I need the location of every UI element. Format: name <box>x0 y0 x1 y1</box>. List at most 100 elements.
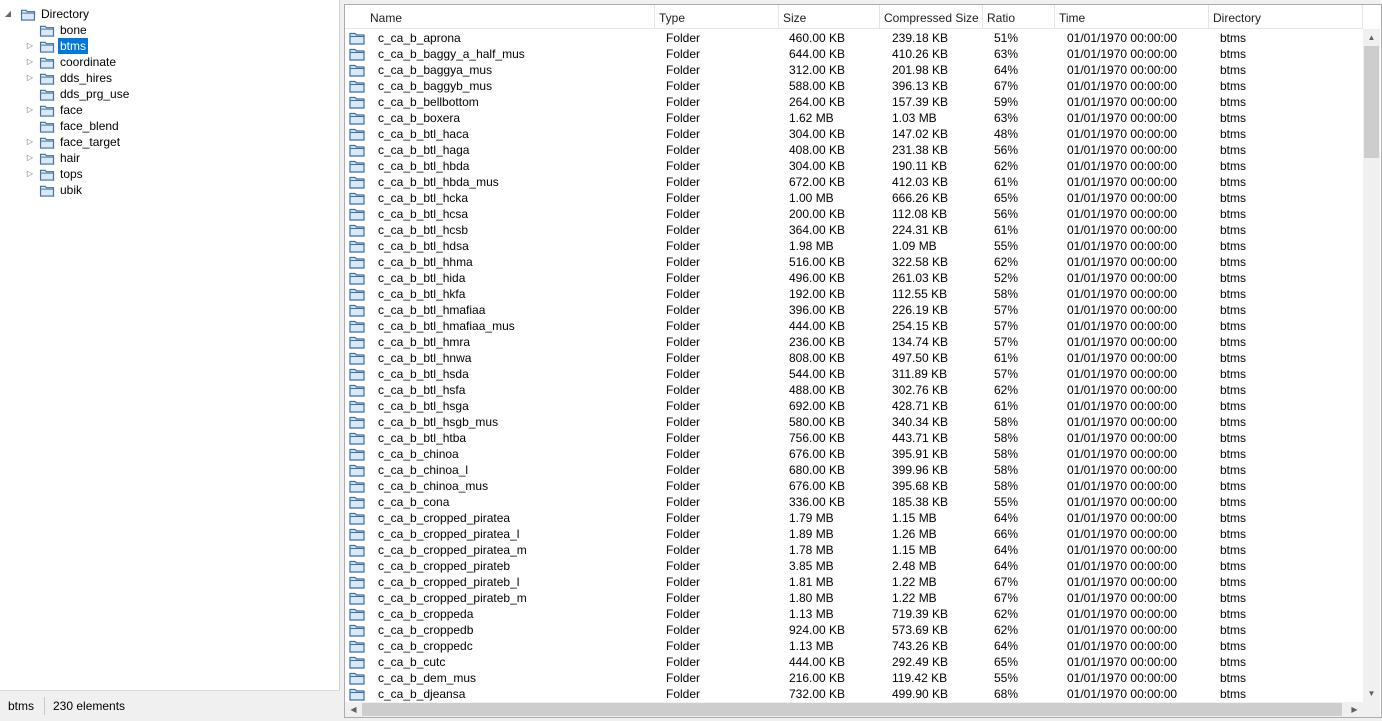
triangle-down-icon[interactable]: ◢ <box>3 6 13 22</box>
table-row[interactable]: c_ca_b_cutc Folder 444.00 KB 292.49 KB 65% 01… <box>345 654 1363 670</box>
chevron-up-icon[interactable]: ▲ <box>1363 29 1380 46</box>
table-row[interactable]: c_ca_b_chinoa_mus Folder 676.00 KB 395.68 K… <box>345 478 1363 494</box>
table-row[interactable]: c_ca_b_btl_haga Folder 408.00 KB 231.38 KB 5… <box>345 142 1363 158</box>
table-row[interactable]: c_ca_b_btl_hbda Folder 304.00 KB 190.11 KB 6… <box>345 158 1363 174</box>
tree-item[interactable]: ▷ coordinate <box>0 54 330 70</box>
folder-icon <box>349 95 365 109</box>
table-row[interactable]: c_ca_b_cropped_pirateb_m Folder 1.80 MB 1.2… <box>345 590 1363 606</box>
size-cell: 216.00 KB <box>789 671 846 685</box>
table-row[interactable]: c_ca_b_btl_hdsa Folder 1.98 MB 1.09 MB 55% 01… <box>345 238 1363 254</box>
column-header-name[interactable]: Name <box>345 5 655 29</box>
table-row[interactable]: c_ca_b_btl_hsfa Folder 488.00 KB 302.76 KB 6… <box>345 382 1363 398</box>
table-row[interactable]: c_ca_b_chinoa Folder 676.00 KB 395.91 KB 58%… <box>345 446 1363 462</box>
table-row[interactable]: c_ca_b_croppeda Folder 1.13 MB 719.39 KB 62%… <box>345 606 1363 622</box>
column-header-type[interactable]: Type <box>655 5 779 29</box>
table-row[interactable]: c_ca_b_cropped_pirateb_l Folder 1.81 MB 1.2… <box>345 574 1363 590</box>
tree-item-label: face_blend <box>60 119 119 133</box>
table-row[interactable]: c_ca_b_btl_hmafiaa Folder 396.00 KB 226.19 … <box>345 302 1363 318</box>
table-row[interactable]: c_ca_b_btl_hmafiaa_mus Folder 444.00 KB 254… <box>345 318 1363 334</box>
table-row[interactable]: c_ca_b_btl_hcka Folder 1.00 MB 666.26 KB 65%… <box>345 190 1363 206</box>
table-row[interactable]: c_ca_b_btl_hsgb_mus Folder 580.00 KB 340.34… <box>345 414 1363 430</box>
folder-icon <box>349 671 365 685</box>
table-row[interactable]: c_ca_b_cona Folder 336.00 KB 185.38 KB 55% 01… <box>345 494 1363 510</box>
tree-item[interactable]: dds_prg_use <box>0 86 330 102</box>
directory-tree[interactable]: ◢ Directory bone ▷ btms ▷ coordinate ▷ dds_hires… <box>0 0 340 690</box>
name-cell: c_ca_b_croppedb <box>378 623 474 637</box>
table-row[interactable]: c_ca_b_baggya_mus Folder 312.00 KB 201.98 K… <box>345 62 1363 78</box>
tree-item[interactable]: ▷ face_target <box>0 134 330 150</box>
column-header-time[interactable]: Time <box>1055 5 1209 29</box>
size-cell: 460.00 KB <box>789 31 846 45</box>
tree-root[interactable]: ◢ Directory <box>0 6 330 22</box>
vertical-scrollbar[interactable]: ▲ ▼ <box>1363 29 1380 702</box>
vertical-scroll-thumb[interactable] <box>1364 46 1379 158</box>
type-cell: Folder <box>666 687 701 701</box>
triangle-right-icon[interactable]: ▷ <box>25 38 35 54</box>
horizontal-scroll-thumb[interactable] <box>362 703 1342 716</box>
tree-item[interactable]: ▷ hair <box>0 150 330 166</box>
triangle-right-icon[interactable]: ▷ <box>25 70 35 86</box>
tree-item[interactable]: face_blend <box>0 118 330 134</box>
column-header-directory[interactable]: Directory <box>1209 5 1363 29</box>
table-row[interactable]: c_ca_b_btl_haca Folder 304.00 KB 147.02 KB 4… <box>345 126 1363 142</box>
column-header-ratio[interactable]: Ratio <box>983 5 1055 29</box>
chevron-left-icon[interactable]: ◀ <box>345 701 362 717</box>
chevron-down-icon[interactable]: ▼ <box>1363 685 1380 702</box>
ratio-cell: 61% <box>994 351 1019 365</box>
table-row[interactable]: c_ca_b_cropped_piratea_l Folder 1.89 MB 1.2… <box>345 526 1363 542</box>
column-header-size[interactable]: Size <box>779 5 880 29</box>
tree-item[interactable]: ubik <box>0 182 330 198</box>
table-row[interactable]: c_ca_b_boxera Folder 1.62 MB 1.03 MB 63% 01/0… <box>345 110 1363 126</box>
table-row[interactable]: c_ca_b_baggyb_mus Folder 588.00 KB 396.13 K… <box>345 78 1363 94</box>
table-row[interactable]: c_ca_b_aprona Folder 460.00 KB 239.18 KB 51%… <box>345 30 1363 46</box>
triangle-right-icon[interactable]: ▷ <box>25 134 35 150</box>
ratio-cell: 62% <box>994 607 1019 621</box>
tree-item[interactable]: bone <box>0 22 330 38</box>
compressed-size-cell: 292.49 KB <box>892 655 949 669</box>
table-row[interactable]: c_ca_b_btl_hmra Folder 236.00 KB 134.74 KB 5… <box>345 334 1363 350</box>
type-cell: Folder <box>666 303 701 317</box>
chevron-right-icon[interactable]: ▶ <box>1346 701 1363 717</box>
directory-cell: btms <box>1220 271 1247 285</box>
tree-item[interactable]: ▷ face <box>0 102 330 118</box>
tree-item-label: coordinate <box>60 55 117 69</box>
table-row[interactable]: c_ca_b_croppedc Folder 1.13 MB 743.26 KB 64%… <box>345 638 1363 654</box>
table-row[interactable]: c_ca_b_croppedb Folder 924.00 KB 573.69 KB 6… <box>345 622 1363 638</box>
table-row[interactable]: c_ca_b_btl_hbda_mus Folder 672.00 KB 412.03… <box>345 174 1363 190</box>
table-row[interactable]: c_ca_b_btl_hcsa Folder 200.00 KB 112.08 KB 5… <box>345 206 1363 222</box>
type-cell: Folder <box>666 383 701 397</box>
triangle-right-icon[interactable]: ▷ <box>25 102 35 118</box>
table-row[interactable]: c_ca_b_btl_hsga Folder 692.00 KB 428.71 KB 6… <box>345 398 1363 414</box>
triangle-right-icon[interactable]: ▷ <box>25 150 35 166</box>
triangle-right-icon[interactable]: ▷ <box>25 54 35 70</box>
time-cell: 01/01/1970 00:00:00 <box>1067 79 1178 93</box>
table-row[interactable]: c_ca_b_cropped_piratea Folder 1.79 MB 1.15 … <box>345 510 1363 526</box>
triangle-right-icon[interactable]: ▷ <box>25 166 35 182</box>
table-row[interactable]: c_ca_b_bellbottom Folder 264.00 KB 157.39 K… <box>345 94 1363 110</box>
table-row[interactable]: c_ca_b_djeansa Folder 732.00 KB 499.90 KB 68… <box>345 686 1363 702</box>
compressed-size-cell: 395.91 KB <box>892 447 949 461</box>
table-row[interactable]: c_ca_b_btl_hcsb Folder 364.00 KB 224.31 KB 6… <box>345 222 1363 238</box>
table-row[interactable]: c_ca_b_cropped_pirateb Folder 3.85 MB 2.48 … <box>345 558 1363 574</box>
tree-item[interactable]: ▷ tops <box>0 166 330 182</box>
table-row[interactable]: c_ca_b_btl_htba Folder 756.00 KB 443.71 KB 5… <box>345 430 1363 446</box>
tree-item[interactable]: ▷ btms <box>0 38 330 54</box>
tree-item[interactable]: ▷ dds_hires <box>0 70 330 86</box>
horizontal-scrollbar[interactable]: ◀ ▶ <box>345 702 1363 717</box>
file-list[interactable]: Name Type Size Compressed Size Ratio Time Dire… <box>344 4 1382 718</box>
table-row[interactable]: c_ca_b_cropped_piratea_m Folder 1.78 MB 1.1… <box>345 542 1363 558</box>
table-row[interactable]: c_ca_b_btl_hida Folder 496.00 KB 261.03 KB 5… <box>345 270 1363 286</box>
table-row[interactable]: c_ca_b_btl_hkfa Folder 192.00 KB 112.55 KB 5… <box>345 286 1363 302</box>
type-cell: Folder <box>666 463 701 477</box>
table-row[interactable]: c_ca_b_chinoa_l Folder 680.00 KB 399.96 KB 5… <box>345 462 1363 478</box>
folder-icon <box>349 159 365 173</box>
name-cell: c_ca_b_dem_mus <box>378 671 477 685</box>
table-row[interactable]: c_ca_b_baggy_a_half_mus Folder 644.00 KB 41… <box>345 46 1363 62</box>
table-row[interactable]: c_ca_b_dem_mus Folder 216.00 KB 119.42 KB 55… <box>345 670 1363 686</box>
time-cell: 01/01/1970 00:00:00 <box>1067 479 1178 493</box>
column-header-compressed-size[interactable]: Compressed Size <box>880 5 983 29</box>
table-row[interactable]: c_ca_b_btl_hnwa Folder 808.00 KB 497.50 KB 6… <box>345 350 1363 366</box>
table-row[interactable]: c_ca_b_btl_hhma Folder 516.00 KB 322.58 KB 6… <box>345 254 1363 270</box>
type-cell: Folder <box>666 287 701 301</box>
table-row[interactable]: c_ca_b_btl_hsda Folder 544.00 KB 311.89 KB 5… <box>345 366 1363 382</box>
